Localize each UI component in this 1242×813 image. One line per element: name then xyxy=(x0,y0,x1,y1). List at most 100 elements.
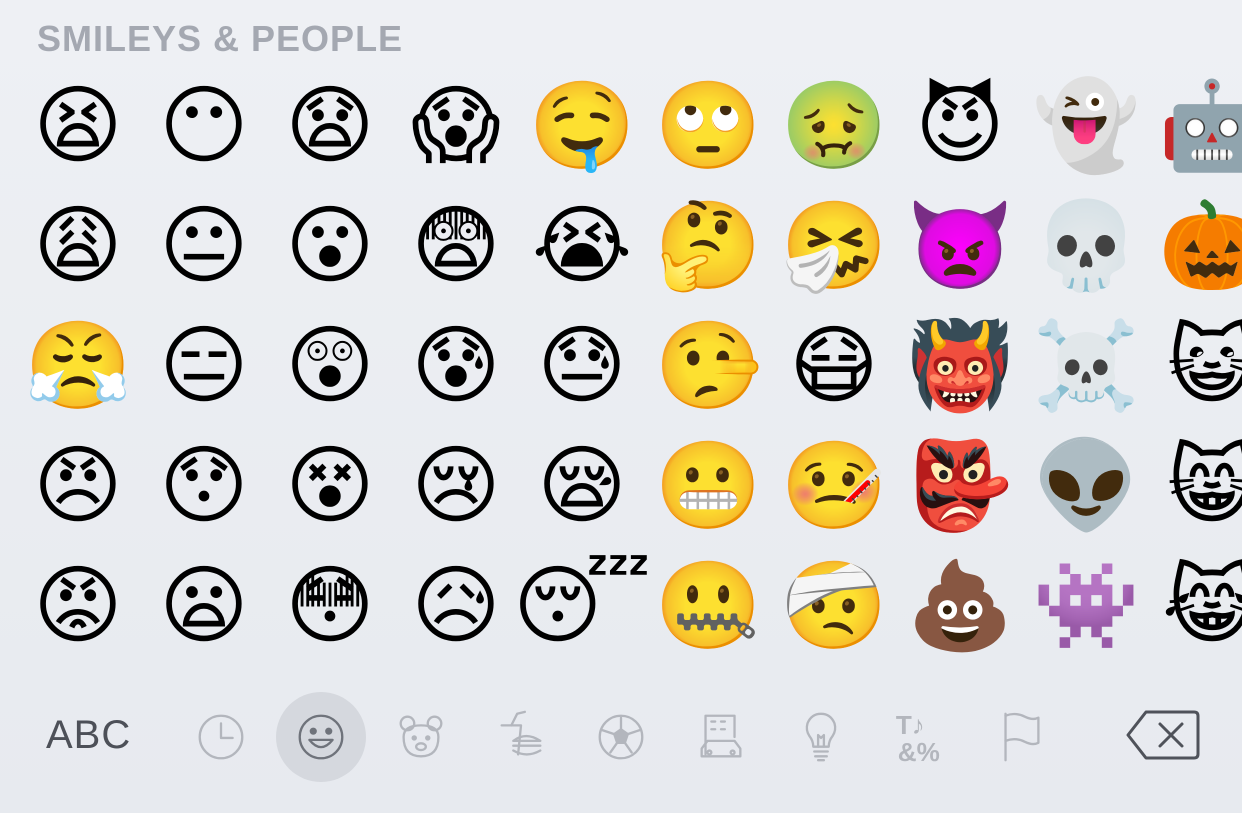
emoji-key[interactable]: 😐 xyxy=(141,184,267,304)
section-title: SMILEYS & PEOPLE xyxy=(37,18,404,59)
emoji-key[interactable]: 😰 xyxy=(393,304,519,424)
emoji-key[interactable]: 🤖 xyxy=(1149,64,1242,184)
emoji-glyph: 🤥 xyxy=(654,318,762,414)
emoji-key[interactable]: 💩 xyxy=(897,544,1023,664)
emoji-key[interactable]: 😥 xyxy=(393,544,519,664)
emoji-key[interactable]: 😱 xyxy=(393,64,519,184)
category-travel-and-places[interactable] xyxy=(676,692,766,782)
emoji-key[interactable]: 🤥 xyxy=(645,304,771,424)
category-recent[interactable] xyxy=(176,692,266,782)
emoji-key[interactable]: 👽 xyxy=(1023,424,1149,544)
emoji-key[interactable]: 😦 xyxy=(141,544,267,664)
emoji-glyph: 😭 xyxy=(531,198,633,294)
emoji-key[interactable]: 😺 xyxy=(1149,304,1242,424)
emoji-glyph: 😈 xyxy=(915,78,1005,174)
emoji-key[interactable]: 😸 xyxy=(1149,424,1242,544)
emoji-key[interactable]: 😭 xyxy=(519,184,645,304)
emoji-key[interactable]: 😳 xyxy=(267,544,393,664)
category-activity[interactable] xyxy=(576,692,666,782)
emoji-grid: 😫 😶 😧 😱 🤤 🙄 🤢 😈 👻 🤖 😩 😐 😮 😨 😭 🤔 🤧 👿 💀 🎃 😤 😑 😲 😰 😓 🤥 😷 👹 ☠️ 😺 😠 😯 😵 😢 😪 😬 🤒 👺 👽… xyxy=(15,64,1242,664)
emoji-key[interactable]: 😑 xyxy=(141,304,267,424)
bear-icon xyxy=(399,715,443,758)
emoji-glyph: 😑 xyxy=(159,318,249,414)
soccer-ball-icon xyxy=(598,714,644,760)
emoji-glyph: 😸 xyxy=(1167,438,1242,534)
emoji-key[interactable]: 😷 xyxy=(771,304,897,424)
emoji-key[interactable]: 😨 xyxy=(393,184,519,304)
emoji-glyph: 😰 xyxy=(411,318,501,414)
emoji-key[interactable]: 🎃 xyxy=(1149,184,1242,304)
emoji-key[interactable]: 😓 xyxy=(519,304,645,424)
emoji-key[interactable]: 😮 xyxy=(267,184,393,304)
emoji-key[interactable]: 😬 xyxy=(645,424,771,544)
emoji-key[interactable]: 🤒 xyxy=(771,424,897,544)
emoji-glyph: 🤧 xyxy=(780,198,888,294)
category-flags[interactable] xyxy=(976,692,1066,782)
emoji-glyph: 👽 xyxy=(1032,438,1140,534)
emoji-key[interactable]: 🤢 xyxy=(771,64,897,184)
symbols-top-glyphs: T♪ xyxy=(896,710,925,740)
emoji-glyph: 🤤 xyxy=(528,78,636,174)
emoji-glyph: 👺 xyxy=(906,438,1014,534)
emoji-glyph: 😫 xyxy=(33,78,123,174)
emoji-key[interactable]: 😡 xyxy=(15,544,141,664)
emoji-glyph: 🤔 xyxy=(654,198,762,294)
emoji-key[interactable]: 🤔 xyxy=(645,184,771,304)
emoji-key[interactable]: 😶 xyxy=(141,64,267,184)
emoji-key[interactable]: 😧 xyxy=(267,64,393,184)
emoji-key[interactable]: 😪 xyxy=(519,424,645,544)
emoji-key[interactable]: 😈 xyxy=(897,64,1023,184)
emoji-glyph: 💩 xyxy=(906,558,1014,654)
emoji-key[interactable]: 🤤 xyxy=(519,64,645,184)
emoji-key[interactable]: 😤 xyxy=(15,304,141,424)
category-objects[interactable] xyxy=(776,692,866,782)
emoji-key[interactable]: 🤧 xyxy=(771,184,897,304)
emoji-glyph: 😺 xyxy=(1167,318,1242,414)
emoji-glyph: 😴 xyxy=(513,558,651,654)
emoji-key[interactable]: 🙄 xyxy=(645,64,771,184)
emoji-key[interactable]: 👹 xyxy=(897,304,1023,424)
emoji-keyboard: SMILEYS & PEOPLE 😫 😶 😧 😱 🤤 🙄 🤢 😈 👻 🤖 😩 😐 😮 😨 😭 🤔 🤧 👿 💀 🎃 😤 😑 😲… xyxy=(0,0,1242,813)
emoji-key[interactable]: 😴 xyxy=(513,544,651,664)
emoji-key[interactable]: 👻 xyxy=(1023,64,1149,184)
emoji-glyph: 😨 xyxy=(411,198,501,294)
emoji-key[interactable]: 😯 xyxy=(141,424,267,544)
emoji-glyph: 😳 xyxy=(285,558,375,654)
emoji-key[interactable]: 😩 xyxy=(15,184,141,304)
category-smileys-and-people[interactable] xyxy=(276,692,366,782)
emoji-glyph: 😥 xyxy=(411,558,501,654)
emoji-glyph: 😮 xyxy=(285,198,375,294)
emoji-key[interactable]: 😲 xyxy=(267,304,393,424)
emoji-glyph: 💀 xyxy=(1032,198,1140,294)
emoji-glyph: 🎃 xyxy=(1158,198,1242,294)
emoji-glyph: 👿 xyxy=(906,198,1014,294)
emoji-glyph: 😲 xyxy=(285,318,375,414)
emoji-glyph: 😐 xyxy=(159,198,249,294)
emoji-key[interactable]: 👾 xyxy=(1023,544,1149,664)
category-animals-and-nature[interactable] xyxy=(376,692,466,782)
emoji-key[interactable]: 💀 xyxy=(1023,184,1149,304)
abc-button[interactable]: ABC xyxy=(46,713,131,758)
delete-button[interactable] xyxy=(1118,704,1208,766)
food-icon xyxy=(500,710,542,756)
emoji-glyph: 🤐 xyxy=(654,558,762,654)
category-symbols[interactable]: T♪ &% xyxy=(876,692,966,782)
emoji-glyph: 😠 xyxy=(33,438,123,534)
emoji-key[interactable]: 😹 xyxy=(1149,544,1242,664)
emoji-key[interactable]: 😫 xyxy=(15,64,141,184)
emoji-key[interactable]: 👺 xyxy=(897,424,1023,544)
emoji-key[interactable]: ☠️ xyxy=(1023,304,1149,424)
emoji-key[interactable]: 😢 xyxy=(393,424,519,544)
emoji-glyph: 😷 xyxy=(789,318,879,414)
bottom-bar: ABC T♪ &% xyxy=(0,684,1242,794)
emoji-key[interactable]: 👿 xyxy=(897,184,1023,304)
emoji-glyph: 👻 xyxy=(1032,78,1140,174)
emoji-glyph: 😧 xyxy=(285,78,375,174)
category-food-and-drink[interactable] xyxy=(476,692,566,782)
emoji-key[interactable]: 🤐 xyxy=(645,544,771,664)
smiley-icon xyxy=(298,714,344,760)
emoji-key[interactable]: 😠 xyxy=(15,424,141,544)
emoji-key[interactable]: 🤕 xyxy=(771,544,897,664)
emoji-key[interactable]: 😵 xyxy=(267,424,393,544)
emoji-glyph: 😵 xyxy=(285,438,375,534)
